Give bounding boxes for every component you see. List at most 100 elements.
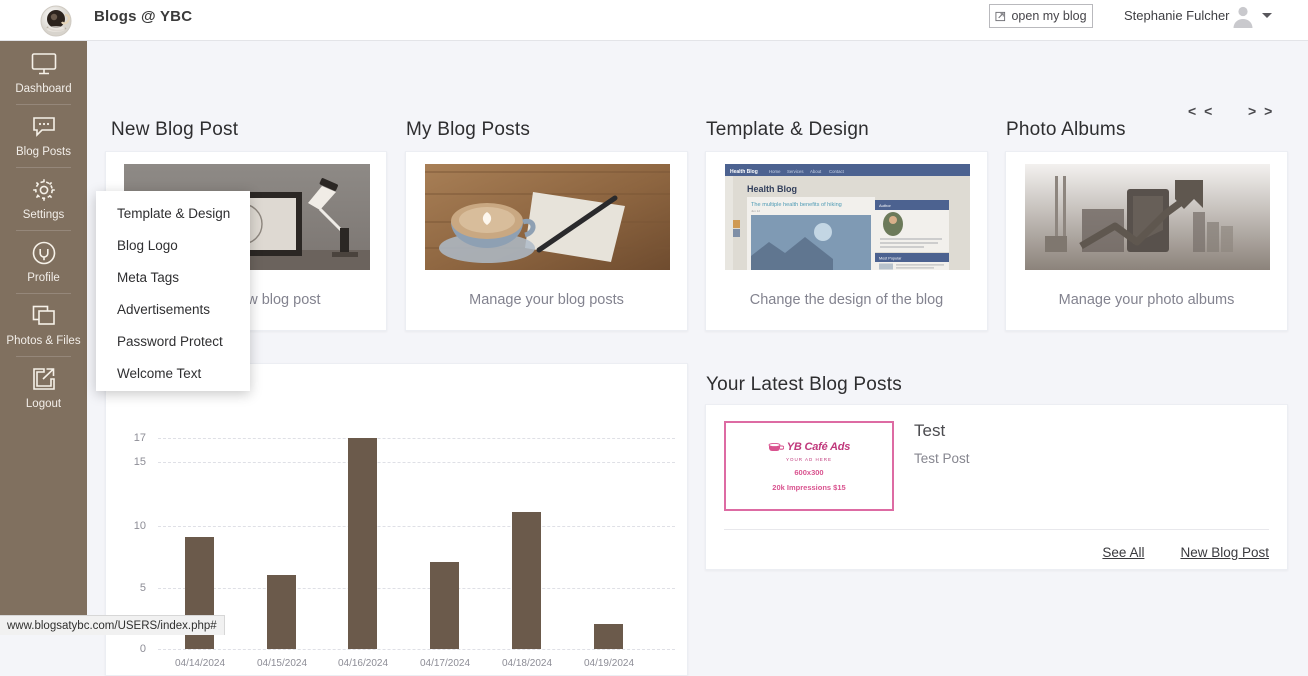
sidebar-item-settings[interactable]: Settings: [0, 167, 87, 230]
status-url: www.blogsatybc.com/USERS/index.php#: [7, 620, 217, 632]
chevron-down-icon[interactable]: [1262, 13, 1272, 18]
post-subtitle: Test Post: [914, 451, 970, 466]
y-axis-tick: 0: [120, 643, 146, 655]
menu-item-advertisements[interactable]: Advertisements: [96, 293, 250, 325]
gear-icon: [31, 177, 57, 203]
sidebar-item-label: Logout: [26, 398, 61, 411]
y-axis-tick: 15: [120, 456, 146, 468]
brand-title: Blogs @ YBC: [94, 8, 192, 25]
menu-item-password-protect[interactable]: Password Protect: [96, 325, 250, 357]
svg-text:The multiple health benefits o: The multiple health benefits of hiking: [751, 202, 842, 208]
coffee-cup-logo-icon: [38, 2, 76, 40]
card-caption-template-design: Change the design of the blog: [706, 292, 987, 308]
gridline: [158, 462, 675, 463]
svg-text:Services: Services: [787, 169, 803, 174]
comment-icon: [31, 114, 57, 140]
sidebar-item-label: Dashboard: [15, 83, 71, 96]
see-all-link[interactable]: See All: [1102, 545, 1144, 560]
card-title-template-design: Template & Design: [706, 119, 869, 141]
card-title-photo-albums: Photo Albums: [1006, 119, 1126, 141]
svg-text:Author: Author: [879, 203, 891, 208]
external-link-icon: [995, 11, 1006, 22]
ad-logo-text: YB Café Ads: [787, 441, 850, 453]
sidebar-item-blog-posts[interactable]: Blog Posts: [0, 104, 87, 167]
list-item[interactable]: YB Café Ads YOUR AD HERE 600x300 20k Imp…: [724, 421, 970, 511]
health-blog-template-preview: Health Blog Home Services About Contact …: [725, 164, 970, 270]
svg-text:Home: Home: [769, 169, 781, 174]
menu-item-template-design[interactable]: Template & Design: [96, 197, 250, 229]
monitor-icon: [30, 51, 58, 77]
sidebar-item-label: Photos & Files: [6, 335, 80, 348]
bar-04-19-2024[interactable]: [594, 624, 623, 649]
latest-posts-panel: YB Café Ads YOUR AD HERE 600x300 20k Imp…: [705, 404, 1288, 570]
sidebar-item-dashboard[interactable]: Dashboard: [0, 41, 87, 104]
post-title: Test: [914, 421, 970, 441]
city-chart-graphic: [1025, 164, 1270, 270]
coffee-notebook-pen-photo: [425, 164, 670, 270]
user-circle-icon: [31, 240, 57, 266]
latest-posts-actions: See All New Blog Post: [1102, 545, 1269, 560]
settings-dropdown-menu: Template & Design Blog Logo Meta Tags Ad…: [96, 191, 250, 391]
bar-04-17-2024[interactable]: [430, 562, 459, 649]
card-my-blog-posts[interactable]: Manage your blog posts: [405, 151, 688, 331]
x-axis-tick: 04/16/2024: [328, 658, 398, 669]
latest-posts-title: Your Latest Blog Posts: [706, 374, 902, 396]
gridline: [158, 438, 675, 439]
svg-text:About: About: [810, 169, 822, 174]
top-header-bar: Blogs @ YBC open my blog Stephanie Fulch…: [0, 0, 1308, 41]
svg-text:Jun 12: Jun 12: [751, 209, 760, 213]
x-axis-tick: 04/15/2024: [247, 658, 317, 669]
divider: [724, 529, 1269, 530]
card-template-design[interactable]: Health Blog Home Services About Contact …: [705, 151, 988, 331]
user-avatar-icon[interactable]: [1231, 4, 1255, 28]
menu-item-blog-logo[interactable]: Blog Logo: [96, 229, 250, 261]
y-axis-tick: 5: [120, 582, 146, 594]
bar-04-16-2024[interactable]: [348, 438, 377, 649]
x-axis-tick: 04/14/2024: [165, 658, 235, 669]
card-title-new-blog-post: New Blog Post: [111, 119, 238, 141]
browser-status-bar: www.blogsatybc.com/USERS/index.php#: [0, 615, 225, 635]
gridline: [158, 526, 675, 527]
svg-text:Contact: Contact: [829, 169, 845, 174]
sidebar-item-photos-files[interactable]: Photos & Files: [0, 293, 87, 356]
bar-04-15-2024[interactable]: [267, 575, 296, 649]
user-name-label: Stephanie Fulcher: [1124, 8, 1230, 23]
bar-04-18-2024[interactable]: [512, 512, 541, 649]
ad-logo-subtext: YOUR AD HERE: [786, 457, 832, 462]
sidebar-item-label: Blog Posts: [16, 146, 71, 159]
coffee-cup-icon: [768, 441, 784, 452]
ad-size-line: 600x300: [794, 468, 823, 477]
copy-icon: [31, 303, 57, 329]
logout-arrow-icon: [31, 366, 57, 392]
menu-item-meta-tags[interactable]: Meta Tags: [96, 261, 250, 293]
gridline: [158, 588, 675, 589]
card-title-my-blog-posts: My Blog Posts: [406, 119, 530, 141]
sidebar-item-label: Settings: [23, 209, 65, 222]
carousel-prev-button[interactable]: < <: [1188, 103, 1214, 119]
gridline: [158, 649, 675, 650]
x-axis-tick: 04/19/2024: [574, 658, 644, 669]
x-axis-tick: 04/17/2024: [410, 658, 480, 669]
y-axis-tick: 10: [120, 520, 146, 532]
sidebar-item-profile[interactable]: Profile: [0, 230, 87, 293]
menu-item-welcome-text[interactable]: Welcome Text: [96, 357, 250, 389]
x-axis-tick: 04/18/2024: [492, 658, 562, 669]
yb-cafe-ads-logo: YB Café Ads: [768, 441, 850, 453]
card-caption-photo-albums: Manage your photo albums: [1006, 292, 1287, 308]
svg-text:Most Popular: Most Popular: [879, 257, 902, 261]
post-text-block: Test Test Post: [914, 421, 970, 511]
svg-text:Health Blog: Health Blog: [730, 169, 758, 175]
sidebar-nav: Dashboard Blog Posts Settings: [0, 41, 87, 635]
svg-text:Health Blog: Health Blog: [747, 184, 797, 194]
post-thumbnail-ad[interactable]: YB Café Ads YOUR AD HERE 600x300 20k Imp…: [724, 421, 894, 511]
y-axis-tick: 17: [120, 432, 146, 444]
open-my-blog-button[interactable]: open my blog: [989, 4, 1093, 28]
new-blog-post-link[interactable]: New Blog Post: [1180, 545, 1269, 560]
card-caption-my-blog-posts: Manage your blog posts: [406, 292, 687, 308]
sidebar-item-logout[interactable]: Logout: [0, 356, 87, 419]
ad-price-line: 20k Impressions $15: [772, 483, 845, 492]
open-my-blog-label: open my blog: [1011, 9, 1086, 23]
carousel-next-button[interactable]: > >: [1248, 103, 1274, 119]
sidebar-item-label: Profile: [27, 272, 60, 285]
card-photo-albums[interactable]: Manage your photo albums: [1005, 151, 1288, 331]
